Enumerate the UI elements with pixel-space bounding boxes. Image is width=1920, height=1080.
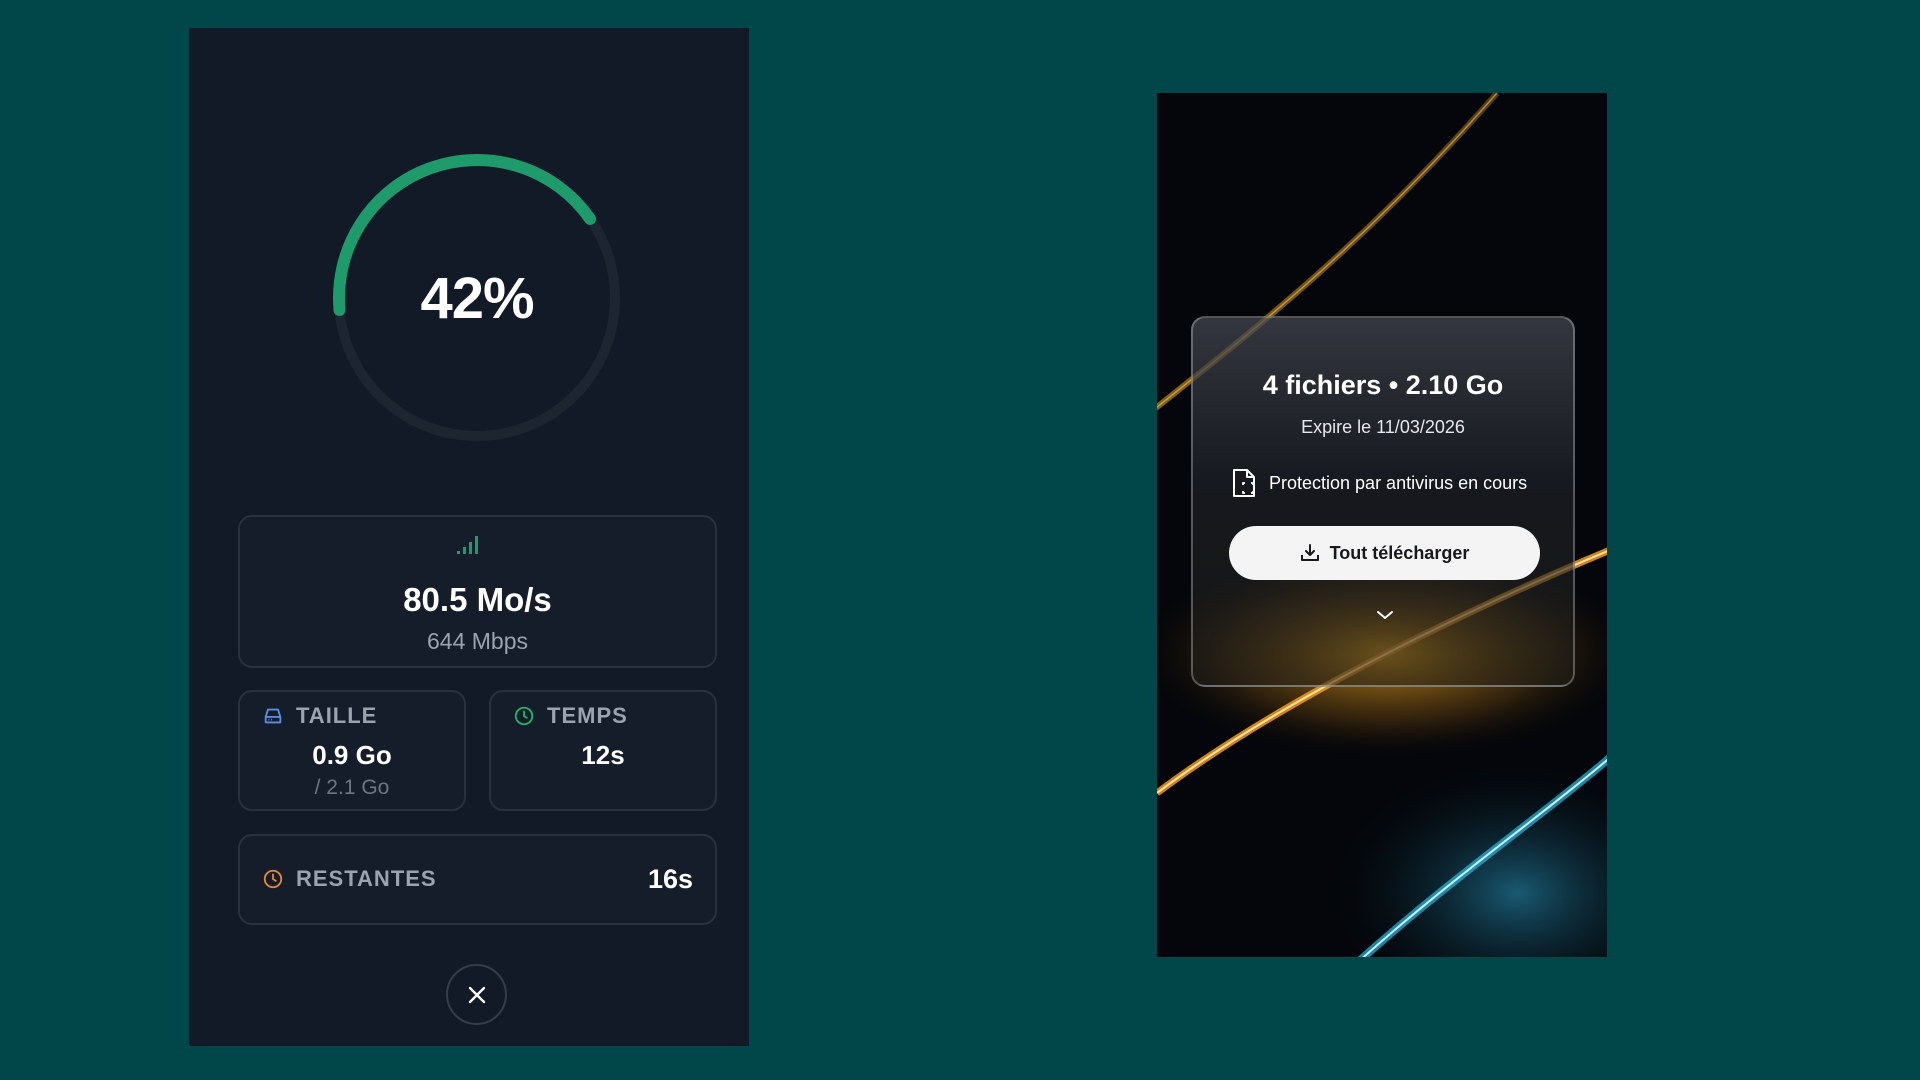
share-files-summary: 4 fichiers • 2.10 Go bbox=[1262, 370, 1504, 400]
signal-bars-icon bbox=[457, 536, 478, 554]
time-card-label: TEMPS bbox=[547, 703, 628, 728]
chevron-down-icon bbox=[1377, 611, 1393, 619]
download-progress-screen: 42% 80.5 Mo/s 644 Mbps TAILLE 0.9 Go / 2… bbox=[189, 28, 749, 1046]
file-scan-icon bbox=[1233, 469, 1255, 497]
speed-value: 80.5 Mo/s bbox=[403, 581, 552, 618]
size-card-header: TAILLE bbox=[262, 703, 377, 729]
progress-percent-label: 42% bbox=[420, 265, 534, 331]
share-download-screen: 4 fichiers • 2.10 Go Expire le 11/03/202… bbox=[1157, 93, 1607, 957]
clock-icon bbox=[514, 706, 534, 726]
remaining-card: RESTANTES 16s bbox=[238, 834, 717, 925]
close-icon bbox=[468, 986, 485, 1003]
remaining-card-header: RESTANTES bbox=[262, 866, 437, 892]
time-card: TEMPS 12s bbox=[489, 690, 717, 811]
drive-icon bbox=[264, 708, 282, 724]
speed-mbps: 644 Mbps bbox=[426, 628, 528, 654]
download-all-button[interactable]: Tout télécharger bbox=[1229, 526, 1540, 580]
speed-card: 80.5 Mo/s 644 Mbps bbox=[238, 515, 717, 668]
time-card-value: 12s bbox=[581, 740, 625, 770]
share-details-card: 4 fichiers • 2.10 Go Expire le 11/03/202… bbox=[1191, 316, 1575, 687]
time-card-header: TEMPS bbox=[513, 703, 628, 729]
antivirus-status-text: Protection par antivirus en cours bbox=[1269, 472, 1528, 493]
clock-icon bbox=[263, 869, 283, 889]
size-card-label: TAILLE bbox=[296, 703, 378, 728]
download-all-label: Tout télécharger bbox=[1329, 542, 1470, 563]
cancel-download-button[interactable] bbox=[446, 964, 507, 1025]
expand-files-button[interactable] bbox=[1370, 604, 1400, 626]
remaining-card-value: 16s bbox=[647, 864, 693, 894]
size-card-value: 0.9 Go bbox=[312, 740, 392, 770]
progress-ring: 42% bbox=[329, 150, 625, 446]
remaining-card-label: RESTANTES bbox=[296, 866, 437, 891]
download-icon bbox=[1300, 544, 1319, 561]
share-expiry-date: Expire le 11/03/2026 bbox=[1301, 417, 1465, 437]
antivirus-status: Protection par antivirus en cours bbox=[1231, 468, 1527, 498]
size-card-total: / 2.1 Go bbox=[314, 776, 390, 799]
size-card: TAILLE 0.9 Go / 2.1 Go bbox=[238, 690, 466, 811]
